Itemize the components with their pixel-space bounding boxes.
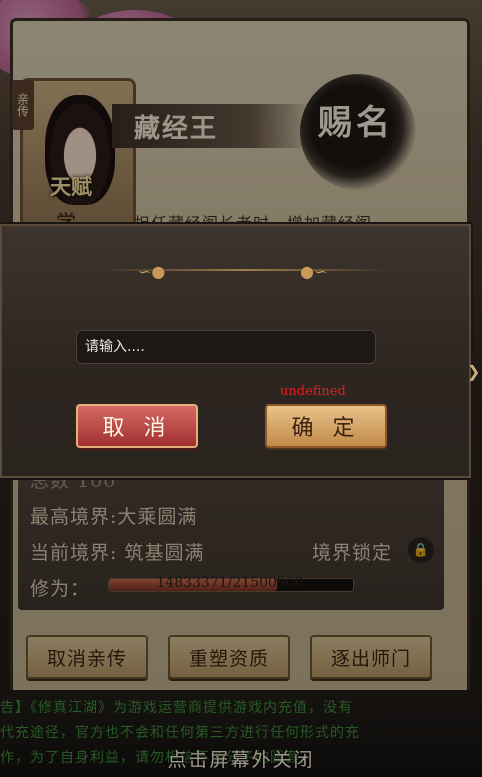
error-text: undefined (280, 384, 346, 399)
name-input[interactable] (76, 330, 376, 364)
chevron-right-icon[interactable]: ❯ (467, 362, 482, 392)
confirm-button[interactable]: 确 定 (265, 404, 387, 448)
scroll-ornament-icon: ∽● (138, 262, 166, 281)
cancel-button[interactable]: 取 消 (76, 404, 198, 448)
scroll-ornament-icon: ●∽ (300, 262, 328, 281)
